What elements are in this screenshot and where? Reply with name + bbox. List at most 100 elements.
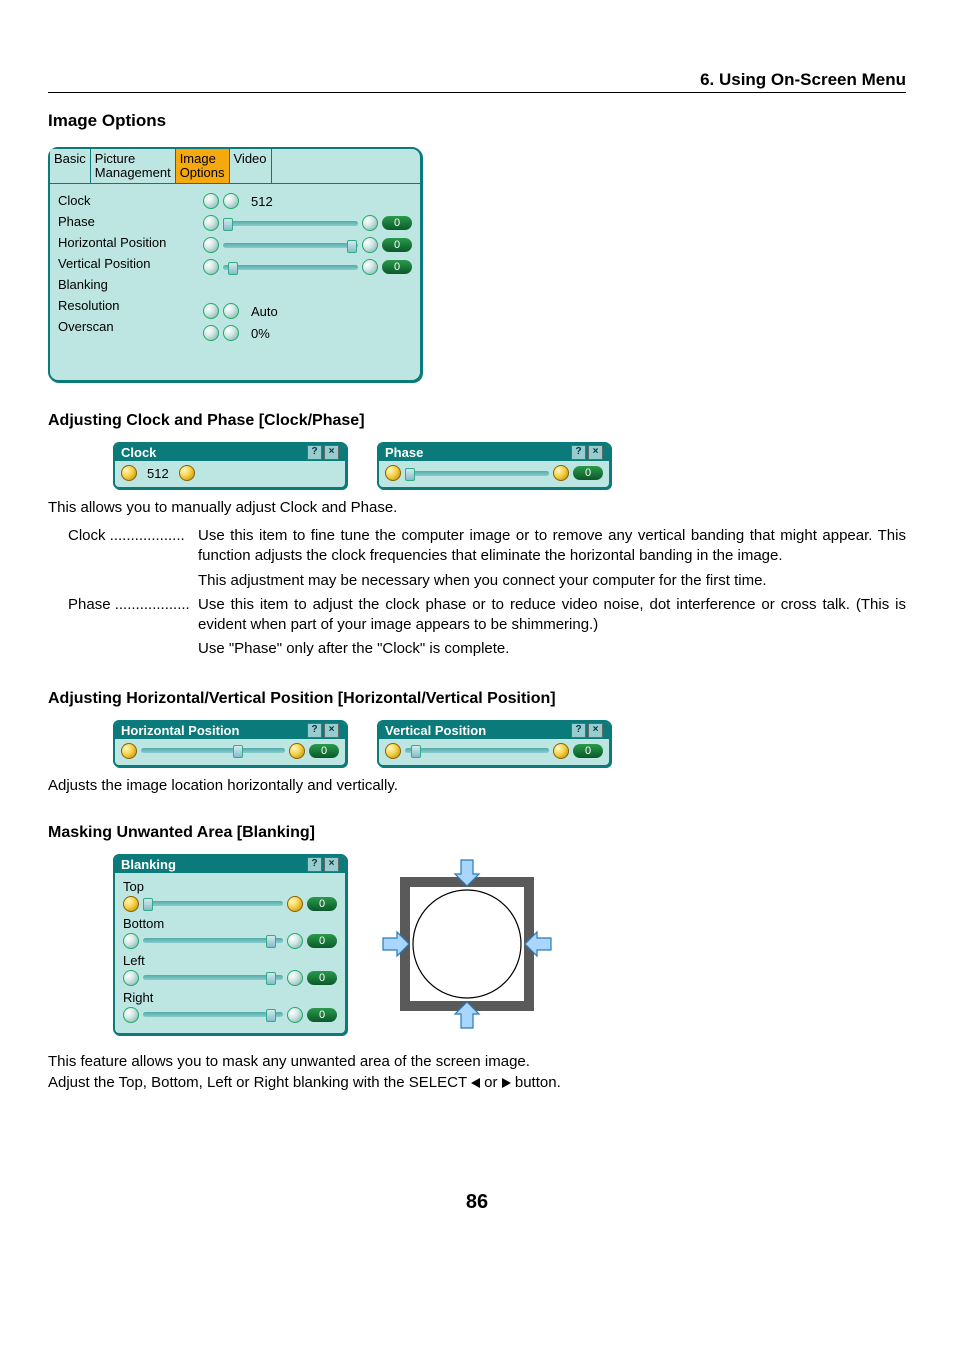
arrow-right-icon[interactable] (362, 237, 378, 253)
blanking-item-label: Left (123, 953, 337, 968)
arrow-right-icon[interactable] (223, 303, 239, 319)
blanking-window: Blanking ? × Top0Bottom0Left0Right0 (113, 854, 347, 1035)
close-icon[interactable]: × (588, 723, 603, 738)
arrow-right-icon[interactable] (553, 743, 569, 759)
arrow-left-icon[interactable] (203, 325, 219, 341)
arrow-right-icon[interactable] (289, 743, 305, 759)
phase-window: Phase ? × 0 (377, 442, 611, 489)
arrow-left-icon[interactable] (121, 743, 137, 759)
blanking-window-title: Blanking (121, 857, 176, 872)
close-icon[interactable]: × (324, 857, 339, 872)
osd-row-value: 0 (203, 234, 412, 256)
osd-tab[interactable]: PictureManagement (91, 149, 176, 183)
arrow-left-icon[interactable] (123, 933, 139, 949)
arrow-right-icon[interactable] (287, 970, 303, 986)
hpos-slider[interactable] (141, 748, 285, 753)
close-icon[interactable]: × (324, 723, 339, 738)
hv-position-text: Adjusts the image location horizontally … (48, 777, 906, 794)
clock-window: Clock ? × 512 (113, 442, 347, 489)
phase-window-title: Phase (385, 445, 423, 460)
slider-thumb[interactable] (228, 262, 238, 275)
help-icon[interactable]: ? (307, 857, 322, 872)
slider-thumb[interactable] (411, 745, 421, 758)
arrow-left-icon[interactable] (121, 465, 137, 481)
close-icon[interactable]: × (588, 445, 603, 460)
arrow-left-icon[interactable] (203, 215, 219, 231)
blanking-text-2: Adjust the Top, Bottom, Left or Right bl… (48, 1074, 906, 1091)
blanking-slider[interactable] (143, 901, 283, 906)
osd-row-label: Overscan (58, 316, 203, 337)
blanking-slider[interactable] (143, 1012, 283, 1017)
close-icon[interactable]: × (324, 445, 339, 460)
slider-thumb[interactable] (223, 218, 233, 231)
slider-thumb[interactable] (266, 935, 276, 948)
arrow-right-icon[interactable] (553, 465, 569, 481)
slider-thumb[interactable] (233, 745, 243, 758)
arrow-left-icon[interactable] (123, 896, 139, 912)
arrow-left-icon[interactable] (203, 237, 219, 253)
def-term (68, 639, 198, 659)
hpos-window: Horizontal Position ? × 0 (113, 720, 347, 767)
arrow-left-icon[interactable] (203, 303, 219, 319)
osd-slider[interactable] (223, 221, 358, 226)
clock-window-title: Clock (121, 445, 156, 460)
help-icon[interactable]: ? (307, 723, 322, 738)
arrow-left-icon[interactable] (385, 743, 401, 759)
osd-pill: 0 (382, 260, 412, 274)
arrow-right-icon[interactable] (179, 465, 195, 481)
blanking-item-label: Bottom (123, 916, 337, 931)
arrow-right-icon[interactable] (287, 933, 303, 949)
osd-row-label: Blanking (58, 274, 203, 295)
osd-row-value: 0% (203, 322, 412, 344)
help-icon[interactable]: ? (571, 723, 586, 738)
osd-tab[interactable]: ImageOptions (176, 149, 230, 183)
arrow-right-icon[interactable] (362, 215, 378, 231)
heading-blanking: Masking Unwanted Area [Blanking] (48, 824, 906, 842)
blanking-item-label: Right (123, 990, 337, 1005)
arrow-right-icon[interactable] (362, 259, 378, 275)
blanking-pill: 0 (307, 897, 337, 911)
osd-tab[interactable]: Video (230, 149, 272, 183)
section-title-image-options: Image Options (48, 111, 906, 131)
slider-thumb[interactable] (143, 898, 153, 911)
arrow-right-icon[interactable] (223, 193, 239, 209)
blanking-slider[interactable] (143, 938, 283, 943)
osd-row-value: 0 (203, 256, 412, 278)
def-text: This adjustment may be necessary when yo… (198, 571, 906, 591)
osd-row-label: Phase (58, 211, 203, 232)
help-icon[interactable]: ? (571, 445, 586, 460)
arrow-right-icon[interactable] (287, 1007, 303, 1023)
arrow-left-icon[interactable] (203, 259, 219, 275)
slider-thumb[interactable] (405, 468, 415, 481)
osd-value-text: 512 (243, 194, 273, 209)
slider-thumb[interactable] (266, 972, 276, 985)
osd-slider[interactable] (223, 243, 358, 248)
clock-phase-intro: This allows you to manually adjust Clock… (48, 499, 906, 516)
osd-value-text: Auto (243, 304, 278, 319)
hpos-window-title: Horizontal Position (121, 723, 239, 738)
blanking-diagram (377, 854, 557, 1034)
blanking-item-row: 0 (123, 968, 337, 988)
breadcrumb: 6. Using On-Screen Menu (48, 70, 906, 93)
vpos-slider[interactable] (405, 748, 549, 753)
blanking-slider[interactable] (143, 975, 283, 980)
slider-thumb[interactable] (347, 240, 357, 253)
blanking-pill: 0 (307, 971, 337, 985)
osd-pill: 0 (382, 238, 412, 252)
osd-slider[interactable] (223, 265, 358, 270)
osd-tab[interactable]: Basic (50, 149, 91, 183)
osd-row-label: Clock (58, 190, 203, 211)
arrow-right-icon[interactable] (223, 325, 239, 341)
arrow-right-icon[interactable] (287, 896, 303, 912)
arrow-left-icon[interactable] (123, 1007, 139, 1023)
blanking-item-label: Top (123, 879, 337, 894)
help-icon[interactable]: ? (307, 445, 322, 460)
arrow-left-icon[interactable] (385, 465, 401, 481)
arrow-left-icon[interactable] (123, 970, 139, 986)
slider-thumb[interactable] (266, 1009, 276, 1022)
arrow-left-icon[interactable] (203, 193, 219, 209)
page-number: 86 (48, 1191, 906, 1214)
blanking-item-row: 0 (123, 894, 337, 914)
phase-slider[interactable] (405, 471, 549, 476)
def-term (68, 571, 198, 591)
